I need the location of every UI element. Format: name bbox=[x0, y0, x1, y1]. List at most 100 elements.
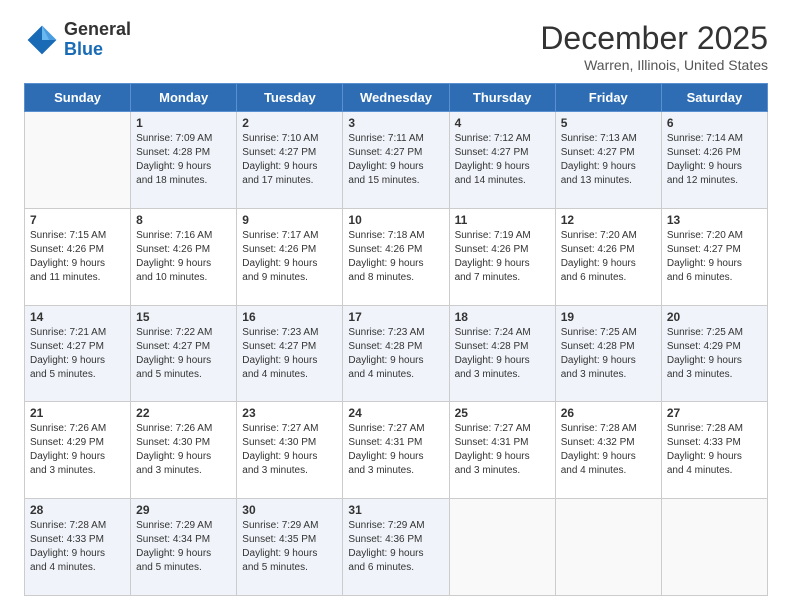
calendar-week-row: 21 Sunrise: 7:26 AM Sunset: 4:29 PM Dayli… bbox=[25, 402, 768, 499]
calendar-header-row: Sunday Monday Tuesday Wednesday Thursday… bbox=[25, 84, 768, 112]
table-row: 30Sunrise: 7:29 AM Sunset: 4:35 PM Dayli… bbox=[237, 499, 343, 596]
table-row: 22Sunrise: 7:26 AM Sunset: 4:30 PM Dayli… bbox=[131, 402, 237, 499]
day-number: 11 bbox=[455, 213, 550, 227]
calendar-table: Sunday Monday Tuesday Wednesday Thursday… bbox=[24, 83, 768, 596]
table-row bbox=[449, 499, 555, 596]
day-info: Sunrise: 7:11 AM Sunset: 4:27 PM Dayligh… bbox=[348, 132, 443, 188]
day-info: Sunrise: 7:29 AM Sunset: 4:35 PM Dayligh… bbox=[242, 519, 337, 575]
logo: General Blue bbox=[24, 20, 131, 60]
day-number: 24 bbox=[348, 406, 443, 420]
table-row: 3 Sunrise: 7:11 AM Sunset: 4:27 PM Daylig… bbox=[343, 112, 449, 209]
table-row: 17 Sunrise: 7:23 AM Sunset: 4:28 PM Dayli… bbox=[343, 305, 449, 402]
table-row: 24 Sunrise: 7:27 AM Sunset: 4:31 PM Dayli… bbox=[343, 402, 449, 499]
col-tuesday: Tuesday bbox=[237, 84, 343, 112]
title-block: December 2025 Warren, Illinois, United S… bbox=[540, 20, 768, 73]
header: General Blue December 2025 Warren, Illin… bbox=[24, 20, 768, 73]
day-info: Sunrise: 7:12 AM Sunset: 4:27 PM Dayligh… bbox=[455, 132, 550, 188]
col-sunday: Sunday bbox=[25, 84, 131, 112]
day-number: 19 bbox=[561, 310, 656, 324]
day-number: 7 bbox=[30, 213, 125, 227]
table-row: 25 Sunrise: 7:27 AM Sunset: 4:31 PM Dayli… bbox=[449, 402, 555, 499]
table-row: 1Sunrise: 7:09 AM Sunset: 4:28 PM Daylig… bbox=[131, 112, 237, 209]
day-info: Sunrise: 7:21 AM Sunset: 4:27 PM Dayligh… bbox=[30, 326, 125, 382]
day-number: 5 bbox=[561, 116, 656, 130]
col-thursday: Thursday bbox=[449, 84, 555, 112]
day-info: Sunrise: 7:28 AM Sunset: 4:33 PM Dayligh… bbox=[30, 519, 125, 575]
table-row: 16 Sunrise: 7:23 AM Sunset: 4:27 PM Dayli… bbox=[237, 305, 343, 402]
day-number: 25 bbox=[455, 406, 550, 420]
table-row: 31 Sunrise: 7:29 AM Sunset: 4:36 PM Dayli… bbox=[343, 499, 449, 596]
table-row: 10 Sunrise: 7:18 AM Sunset: 4:26 PM Dayli… bbox=[343, 208, 449, 305]
day-info: Sunrise: 7:23 AM Sunset: 4:27 PM Dayligh… bbox=[242, 326, 337, 382]
day-info: Sunrise: 7:26 AM Sunset: 4:29 PM Dayligh… bbox=[30, 422, 125, 478]
table-row bbox=[555, 499, 661, 596]
day-number: 29 bbox=[136, 503, 231, 517]
day-info: Sunrise: 7:27 AM Sunset: 4:31 PM Dayligh… bbox=[455, 422, 550, 478]
table-row bbox=[25, 112, 131, 209]
table-row bbox=[661, 499, 767, 596]
day-info: Sunrise: 7:23 AM Sunset: 4:28 PM Dayligh… bbox=[348, 326, 443, 382]
table-row: 15Sunrise: 7:22 AM Sunset: 4:27 PM Dayli… bbox=[131, 305, 237, 402]
page: General Blue December 2025 Warren, Illin… bbox=[0, 0, 792, 612]
day-info: Sunrise: 7:22 AM Sunset: 4:27 PM Dayligh… bbox=[136, 326, 231, 382]
table-row: 21 Sunrise: 7:26 AM Sunset: 4:29 PM Dayli… bbox=[25, 402, 131, 499]
day-number: 4 bbox=[455, 116, 550, 130]
day-number: 12 bbox=[561, 213, 656, 227]
day-info: Sunrise: 7:14 AM Sunset: 4:26 PM Dayligh… bbox=[667, 132, 762, 188]
logo-general: General bbox=[64, 19, 131, 39]
table-row: 13 Sunrise: 7:20 AM Sunset: 4:27 PM Dayli… bbox=[661, 208, 767, 305]
day-number: 20 bbox=[667, 310, 762, 324]
day-info: Sunrise: 7:27 AM Sunset: 4:31 PM Dayligh… bbox=[348, 422, 443, 478]
day-info: Sunrise: 7:24 AM Sunset: 4:28 PM Dayligh… bbox=[455, 326, 550, 382]
day-info: Sunrise: 7:18 AM Sunset: 4:26 PM Dayligh… bbox=[348, 229, 443, 285]
day-number: 14 bbox=[30, 310, 125, 324]
day-info: Sunrise: 7:17 AM Sunset: 4:26 PM Dayligh… bbox=[242, 229, 337, 285]
logo-blue: Blue bbox=[64, 39, 103, 59]
day-number: 28 bbox=[30, 503, 125, 517]
day-info: Sunrise: 7:27 AM Sunset: 4:30 PM Dayligh… bbox=[242, 422, 337, 478]
day-info: Sunrise: 7:29 AM Sunset: 4:36 PM Dayligh… bbox=[348, 519, 443, 575]
table-row: 27Sunrise: 7:28 AM Sunset: 4:33 PM Dayli… bbox=[661, 402, 767, 499]
day-info: Sunrise: 7:20 AM Sunset: 4:27 PM Dayligh… bbox=[667, 229, 762, 285]
table-row: 12Sunrise: 7:20 AM Sunset: 4:26 PM Dayli… bbox=[555, 208, 661, 305]
day-number: 2 bbox=[242, 116, 337, 130]
day-number: 3 bbox=[348, 116, 443, 130]
table-row: 20 Sunrise: 7:25 AM Sunset: 4:29 PM Dayli… bbox=[661, 305, 767, 402]
day-info: Sunrise: 7:25 AM Sunset: 4:28 PM Dayligh… bbox=[561, 326, 656, 382]
table-row: 5Sunrise: 7:13 AM Sunset: 4:27 PM Daylig… bbox=[555, 112, 661, 209]
day-number: 6 bbox=[667, 116, 762, 130]
day-number: 21 bbox=[30, 406, 125, 420]
table-row: 26Sunrise: 7:28 AM Sunset: 4:32 PM Dayli… bbox=[555, 402, 661, 499]
calendar-week-row: 7 Sunrise: 7:15 AM Sunset: 4:26 PM Daylig… bbox=[25, 208, 768, 305]
day-number: 8 bbox=[136, 213, 231, 227]
day-info: Sunrise: 7:25 AM Sunset: 4:29 PM Dayligh… bbox=[667, 326, 762, 382]
day-number: 16 bbox=[242, 310, 337, 324]
day-number: 17 bbox=[348, 310, 443, 324]
col-friday: Friday bbox=[555, 84, 661, 112]
calendar-week-row: 14 Sunrise: 7:21 AM Sunset: 4:27 PM Dayli… bbox=[25, 305, 768, 402]
day-number: 1 bbox=[136, 116, 231, 130]
day-info: Sunrise: 7:15 AM Sunset: 4:26 PM Dayligh… bbox=[30, 229, 125, 285]
table-row: 2 Sunrise: 7:10 AM Sunset: 4:27 PM Daylig… bbox=[237, 112, 343, 209]
day-number: 10 bbox=[348, 213, 443, 227]
day-info: Sunrise: 7:26 AM Sunset: 4:30 PM Dayligh… bbox=[136, 422, 231, 478]
calendar-week-row: 28 Sunrise: 7:28 AM Sunset: 4:33 PM Dayli… bbox=[25, 499, 768, 596]
col-monday: Monday bbox=[131, 84, 237, 112]
day-number: 13 bbox=[667, 213, 762, 227]
day-number: 23 bbox=[242, 406, 337, 420]
table-row: 19 Sunrise: 7:25 AM Sunset: 4:28 PM Dayli… bbox=[555, 305, 661, 402]
day-info: Sunrise: 7:10 AM Sunset: 4:27 PM Dayligh… bbox=[242, 132, 337, 188]
day-number: 9 bbox=[242, 213, 337, 227]
table-row: 18Sunrise: 7:24 AM Sunset: 4:28 PM Dayli… bbox=[449, 305, 555, 402]
day-info: Sunrise: 7:29 AM Sunset: 4:34 PM Dayligh… bbox=[136, 519, 231, 575]
table-row: 9 Sunrise: 7:17 AM Sunset: 4:26 PM Daylig… bbox=[237, 208, 343, 305]
table-row: 28 Sunrise: 7:28 AM Sunset: 4:33 PM Dayli… bbox=[25, 499, 131, 596]
calendar-week-row: 1Sunrise: 7:09 AM Sunset: 4:28 PM Daylig… bbox=[25, 112, 768, 209]
col-wednesday: Wednesday bbox=[343, 84, 449, 112]
day-info: Sunrise: 7:28 AM Sunset: 4:33 PM Dayligh… bbox=[667, 422, 762, 478]
table-row: 7 Sunrise: 7:15 AM Sunset: 4:26 PM Daylig… bbox=[25, 208, 131, 305]
logo-text: General Blue bbox=[64, 20, 131, 60]
day-number: 31 bbox=[348, 503, 443, 517]
day-info: Sunrise: 7:19 AM Sunset: 4:26 PM Dayligh… bbox=[455, 229, 550, 285]
col-saturday: Saturday bbox=[661, 84, 767, 112]
